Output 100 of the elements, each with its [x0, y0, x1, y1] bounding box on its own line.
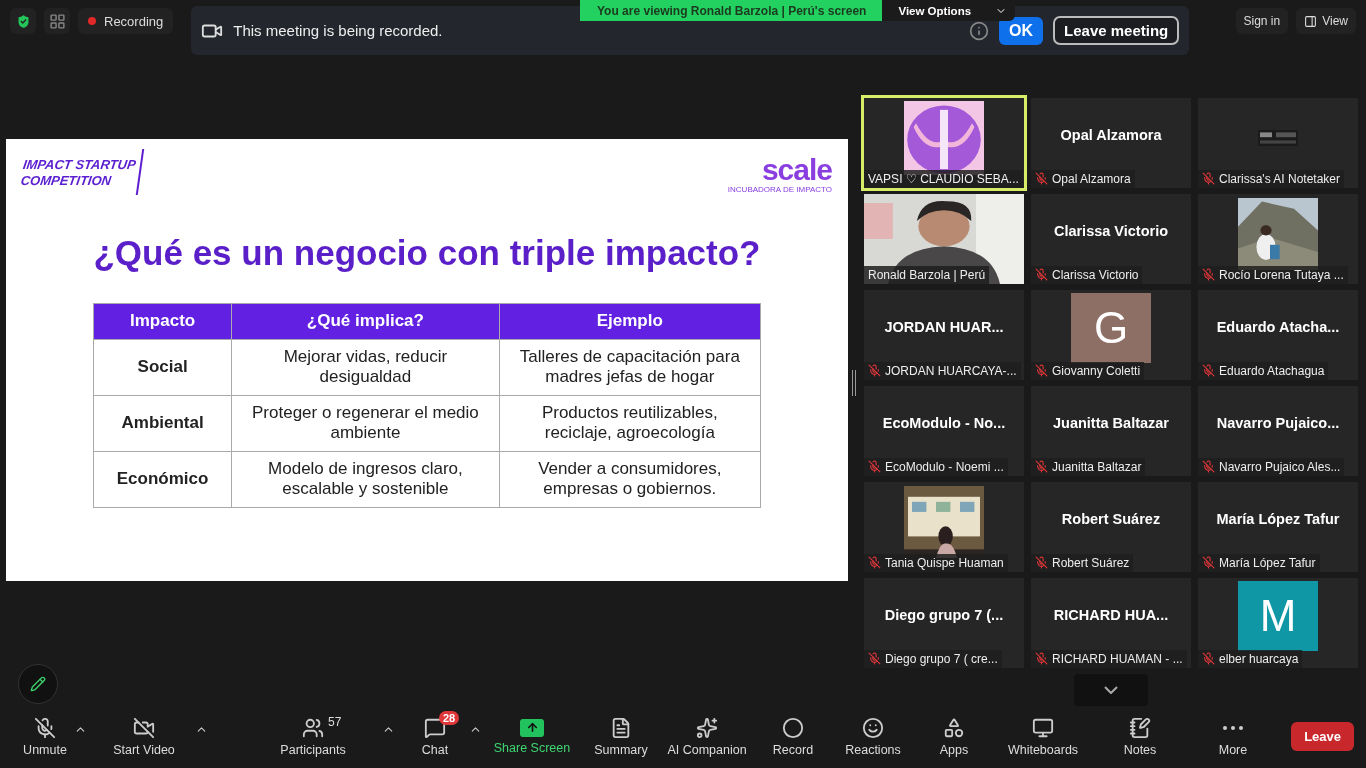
- participant-name: Navarro Pujaico...: [1216, 414, 1340, 431]
- participant-tile[interactable]: Clarissa's AI Notetaker: [1198, 97, 1358, 188]
- participant-name: RICHARD HUA...: [1053, 606, 1169, 623]
- toolbar-button[interactable]: Notes: [1092, 716, 1188, 757]
- participant-label: María López Tafur: [1198, 553, 1320, 572]
- toolbar-button[interactable]: Share Screen: [482, 718, 582, 755]
- participant-tile[interactable]: Robert Suárez Robert Suárez: [1031, 481, 1191, 572]
- participant-count: 57: [328, 714, 342, 729]
- security-shield-icon[interactable]: [10, 8, 36, 34]
- participant-tile[interactable]: JORDAN HUAR... JORDAN HUARCAYA-...: [864, 289, 1024, 380]
- ok-button[interactable]: OK: [999, 16, 1044, 45]
- column-header: Impacto: [93, 303, 232, 340]
- participant-name: Clarissa Victorio: [1053, 222, 1169, 239]
- participant-tile[interactable]: Rocío Lorena Tutaya ...: [1198, 193, 1358, 284]
- participant-tile[interactable]: Tania Quispe Huaman: [864, 481, 1024, 572]
- whiteboard-icon: [1032, 716, 1054, 739]
- toolbar-button[interactable]: Apps: [914, 716, 994, 757]
- people-icon: [302, 716, 324, 739]
- table-cell: Talleres de capacitación para madres jefas de hogar: [499, 339, 761, 396]
- participant-label: Tania Quispe Huaman: [864, 553, 1008, 572]
- participant-label: Diego grupo 7 ( cre...: [864, 649, 1002, 668]
- panel-icon: [1304, 14, 1318, 28]
- participant-name: Juanitta Baltazar: [1052, 414, 1169, 431]
- grid-icon[interactable]: [44, 8, 70, 34]
- participant-tile[interactable]: María López Tafur María López Tafur: [1198, 481, 1358, 572]
- scale-logo: scale INCUBADORA DE IMPACTO: [727, 151, 832, 196]
- document-icon: [610, 716, 632, 739]
- apps-icon: [943, 716, 965, 739]
- share-screen-icon: [520, 718, 544, 737]
- toolbar-button[interactable]: Unmute: [10, 716, 80, 757]
- toolbar-button[interactable]: 57 Participants: [238, 716, 388, 757]
- resize-handle[interactable]: [852, 369, 856, 396]
- sparkle-icon: [696, 716, 718, 739]
- participant-label: VAPSI ♡ CLAUDIO SEBA...: [864, 169, 1023, 188]
- banner-message: This meeting is being recorded.: [233, 22, 444, 39]
- participant-name: Opal Alzamora: [1060, 126, 1162, 143]
- participant-name: Eduardo Atacha...: [1216, 318, 1340, 335]
- slide-title: ¿Qué es un negocio con triple impacto?: [92, 232, 762, 273]
- more-icon: [1223, 725, 1243, 730]
- participant-tile[interactable]: Eduardo Atacha... Eduardo Atachagua: [1198, 289, 1358, 380]
- table-cell: Ambiental: [93, 395, 232, 452]
- participant-tile[interactable]: G Giovanny Coletti: [1031, 289, 1191, 380]
- avatar: M: [1238, 580, 1318, 651]
- participant-tile[interactable]: VAPSI ♡ CLAUDIO SEBA...: [864, 97, 1024, 188]
- table-cell: Mejorar vidas, reducir desigualdad: [231, 339, 500, 396]
- participant-name: Robert Suárez: [1061, 510, 1161, 527]
- participant-tile[interactable]: Ronald Barzola | Perú: [864, 193, 1024, 284]
- participant-label: Juanitta Baltazar: [1031, 457, 1146, 476]
- chevron-down-icon: [1104, 685, 1118, 694]
- toolbar-button[interactable]: AI Companion: [660, 716, 754, 757]
- participant-tile[interactable]: Diego grupo 7 (... Diego grupo 7 ( cre...: [864, 577, 1024, 668]
- table-cell: Vender a consumidores, empresas o gobiernos.: [499, 451, 761, 508]
- participant-tile[interactable]: EcoModulo - No... EcoModulo - Noemi ...: [864, 385, 1024, 476]
- competition-logo: IMPACT STARTUP COMPETITION: [18, 148, 144, 195]
- participant-name: EcoModulo - No...: [882, 414, 1006, 431]
- participant-tile[interactable]: M elber huarcaya: [1198, 577, 1358, 668]
- toolbar-button[interactable]: Summary: [582, 716, 660, 757]
- participant-label: Opal Alzamora: [1031, 169, 1135, 188]
- recording-indicator[interactable]: Recording: [78, 8, 174, 34]
- info-icon[interactable]: [969, 20, 990, 41]
- participant-label: Robert Suárez: [1031, 553, 1134, 572]
- toolbar-button[interactable]: More: [1188, 716, 1278, 757]
- participant-tile[interactable]: Clarissa Victorio Clarissa Victorio: [1031, 193, 1191, 284]
- toolbar-button[interactable]: Reactions: [832, 716, 914, 757]
- participant-tile[interactable]: Juanitta Baltazar Juanitta Baltazar: [1031, 385, 1191, 476]
- participant-label: Eduardo Atachagua: [1198, 361, 1329, 380]
- participant-label: JORDAN HUARCAYA-...: [864, 361, 1021, 380]
- participant-name: María López Tafur: [1216, 510, 1340, 527]
- participant-label: elber huarcaya: [1198, 649, 1303, 668]
- record-icon: [782, 716, 804, 739]
- sign-in-button[interactable]: Sign in: [1235, 8, 1289, 34]
- participant-tile[interactable]: Opal Alzamora Opal Alzamora: [1031, 97, 1191, 188]
- leave-button[interactable]: Leave: [1291, 722, 1354, 752]
- table-cell: Modelo de ingresos claro, escalable y sostenible: [231, 451, 500, 508]
- unread-badge: 28: [439, 710, 460, 725]
- participant-label: EcoModulo - Noemi ...: [864, 457, 1008, 476]
- participant-label: Giovanny Coletti: [1031, 361, 1145, 380]
- column-header: Ejemplo: [499, 303, 761, 340]
- column-header: ¿Qué implica?: [231, 303, 500, 340]
- participant-name: Diego grupo 7 (...: [884, 606, 1004, 623]
- smiley-icon: [862, 716, 884, 739]
- participant-tile[interactable]: RICHARD HUA... RICHARD HUAMAN - ...: [1031, 577, 1191, 668]
- participant-label: Rocío Lorena Tutaya ...: [1198, 265, 1348, 284]
- participant-label: RICHARD HUAMAN - ...: [1031, 649, 1187, 668]
- avatar: G: [1071, 292, 1151, 363]
- participant-label: Navarro Pujaico Ales...: [1198, 457, 1345, 476]
- view-button[interactable]: View: [1296, 8, 1356, 34]
- table-cell: Proteger o regenerar el medio ambiente: [231, 395, 500, 452]
- toolbar-button[interactable]: Whiteboards: [994, 716, 1092, 757]
- table-cell: Económico: [93, 451, 232, 508]
- toolbar-button[interactable]: Start Video: [87, 716, 201, 757]
- screen-share-notice: You are viewing Ronald Barzola | Perú's screen: [580, 0, 883, 21]
- annotate-button[interactable]: [18, 663, 58, 704]
- participant-label: Clarissa's AI Notetaker: [1198, 169, 1344, 188]
- table-cell: Social: [93, 339, 232, 396]
- participant-tile[interactable]: Navarro Pujaico... Navarro Pujaico Ales...: [1198, 385, 1358, 476]
- toolbar-button[interactable]: Record: [754, 716, 832, 757]
- notebook-icon: [1129, 716, 1151, 739]
- leave-meeting-button[interactable]: Leave meeting: [1053, 16, 1180, 45]
- table-cell: Productos reutilizables, reciclaje, agroecología: [499, 395, 761, 452]
